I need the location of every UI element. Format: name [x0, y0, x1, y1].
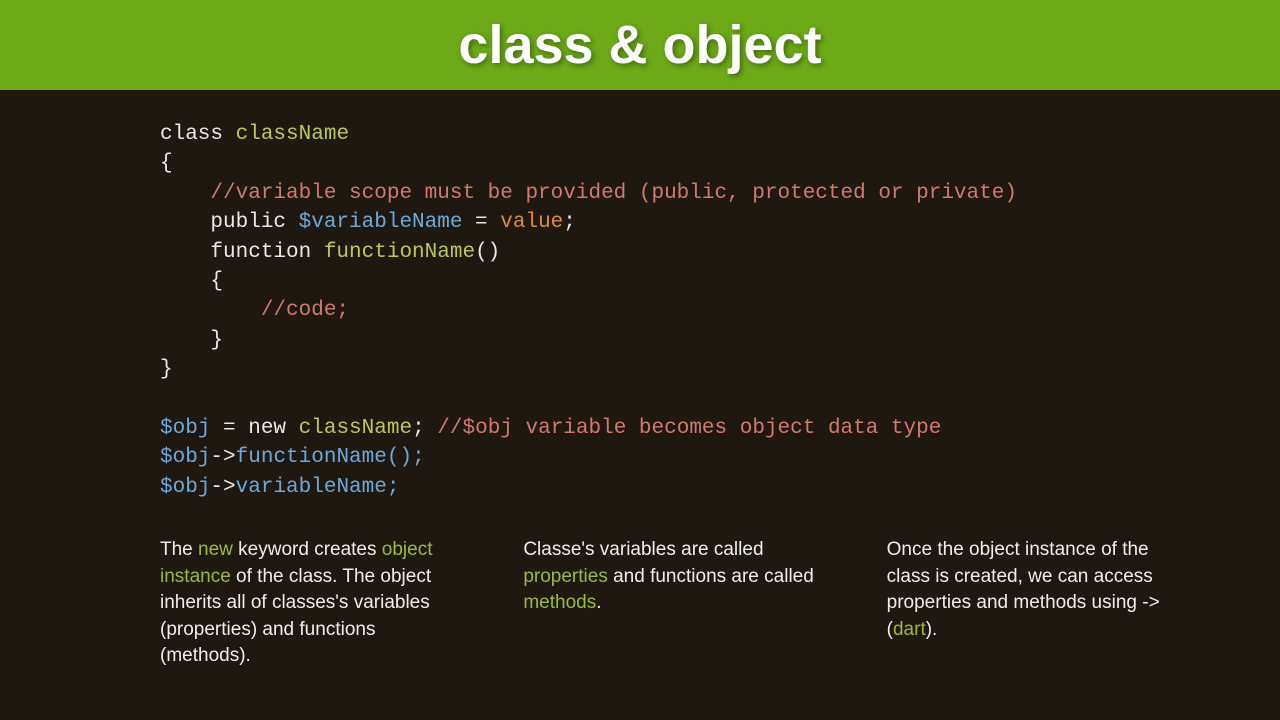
col3-highlight-dart: dart	[893, 619, 926, 640]
column-2: Classe's variables are called properties…	[523, 537, 826, 670]
brace-close-inner: }	[160, 329, 223, 352]
prop-access: variableName;	[236, 476, 400, 499]
method-call: functionName();	[236, 446, 425, 469]
col2-highlight-methods: methods	[523, 592, 596, 613]
col2-text-e: .	[596, 592, 601, 613]
obj-var2: $obj	[160, 446, 210, 469]
arrow2: ->	[210, 476, 235, 499]
page-title: class & object	[458, 14, 821, 76]
keyword-class: class	[160, 123, 236, 146]
class-name: className	[236, 123, 349, 146]
semicolon: ;	[563, 211, 576, 234]
comment-scope: //variable scope must be provided (publi…	[160, 182, 1017, 205]
column-3: Once the object instance of the class is…	[887, 537, 1190, 670]
parens: ()	[475, 241, 500, 264]
description-columns: The new keyword creates object instance …	[0, 502, 1280, 670]
column-1: The new keyword creates object instance …	[160, 537, 463, 670]
header-bar: class & object	[0, 0, 1280, 90]
comment-code: //code;	[160, 299, 349, 322]
col2-highlight-properties: properties	[523, 566, 608, 587]
brace-open: {	[160, 152, 173, 175]
col2-text-c: and functions are called	[608, 566, 814, 587]
class-name-ref: className	[299, 417, 412, 440]
keyword-public: public	[160, 211, 299, 234]
col1-highlight-new: new	[198, 539, 233, 560]
brace-open-inner: {	[160, 270, 223, 293]
semicolon2: ;	[412, 417, 437, 440]
function-name: functionName	[324, 241, 475, 264]
value-token: value	[500, 211, 563, 234]
equals: =	[462, 211, 500, 234]
col1-text-a: The	[160, 539, 198, 560]
comment-obj: //$obj variable becomes object data type	[437, 417, 941, 440]
col2-text-a: Classe's variables are called	[523, 539, 763, 560]
code-block: class className { //variable scope must …	[0, 90, 1280, 502]
col3-text-c: ).	[926, 619, 938, 640]
obj-var: $obj	[160, 417, 210, 440]
equals-new: = new	[210, 417, 298, 440]
col1-text-c: keyword creates	[233, 539, 382, 560]
keyword-function: function	[160, 241, 324, 264]
obj-var3: $obj	[160, 476, 210, 499]
arrow1: ->	[210, 446, 235, 469]
brace-close: }	[160, 358, 173, 381]
variable-name: $variableName	[299, 211, 463, 234]
